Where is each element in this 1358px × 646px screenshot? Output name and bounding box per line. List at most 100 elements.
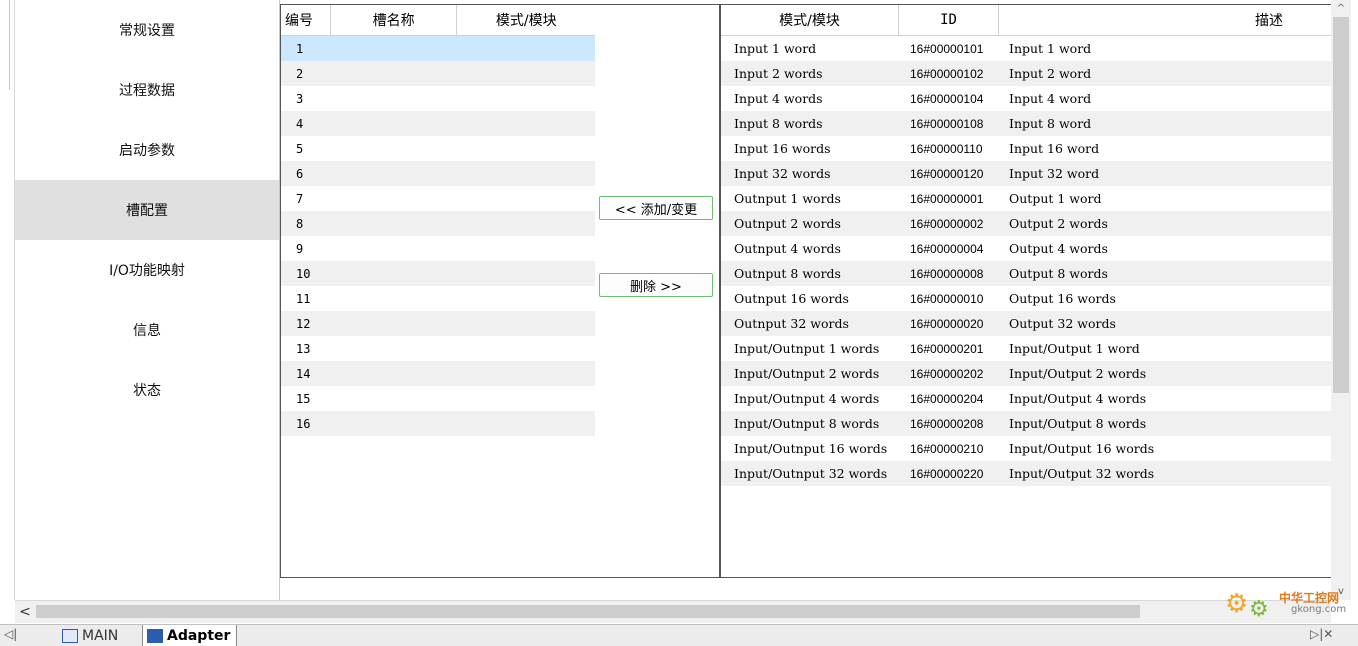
module-desc-cell: Input/Output 16 words: [1009, 441, 1155, 456]
slot-row[interactable]: 8: [281, 211, 595, 236]
slot-row[interactable]: 7: [281, 186, 595, 211]
tab-adapter-label: Adapter: [167, 627, 231, 644]
gear-icon: ⚙: [1225, 589, 1249, 619]
module-name-cell: Input/Outnput 16 words: [734, 441, 888, 456]
slot-row[interactable]: 5: [281, 136, 595, 161]
action-pane: << 添加/变更 删除 >>: [595, 4, 720, 578]
module-row[interactable]: Outnput 4 words 16#00000004 Output 4 words: [721, 236, 1331, 261]
module-row[interactable]: Input 2 words 16#00000102 Input 2 word: [721, 61, 1331, 86]
module-row[interactable]: Input 8 words 16#00000108 Input 8 word: [721, 111, 1331, 136]
module-desc-cell: Input 4 word: [1009, 91, 1092, 106]
document-icon: [62, 628, 78, 643]
header-description[interactable]: 描述: [999, 5, 1331, 35]
module-id-cell: 16#00000110: [910, 141, 983, 156]
tab-adapter[interactable]: Adapter: [142, 625, 238, 646]
module-row[interactable]: Input 16 words 16#00000110 Input 16 word: [721, 136, 1331, 161]
vertical-scroll-thumb[interactable]: [1333, 17, 1349, 393]
slot-row[interactable]: 16: [281, 411, 595, 436]
horizontal-scroll-thumb[interactable]: [36, 605, 1140, 618]
module-id-cell: 16#00000008: [910, 266, 984, 281]
module-name-cell: Outnput 32 words: [734, 316, 849, 331]
slot-row[interactable]: 12: [281, 311, 595, 336]
module-row[interactable]: Input 1 word 16#00000101 Input 1 word: [721, 36, 1331, 61]
header-module[interactable]: 模式/模块: [721, 5, 899, 35]
module-name-cell: Input 8 words: [734, 116, 823, 131]
sidebar-nav: 常规设置 过程数据 启动参数 槽配置 I/O功能映射 信息 状态: [15, 0, 280, 600]
module-desc-cell: Output 4 words: [1009, 241, 1108, 256]
device-icon: [147, 628, 163, 643]
module-name-cell: Input 2 words: [734, 66, 823, 81]
module-desc-cell: Input 1 word: [1009, 41, 1092, 56]
scroll-left-icon[interactable]: <: [15, 601, 35, 623]
slot-row[interactable]: 4: [281, 111, 595, 136]
module-id-cell: 16#00000208: [910, 416, 984, 431]
sidebar-item-7[interactable]: 状态: [15, 360, 279, 420]
module-desc-cell: Output 16 words: [1009, 291, 1116, 306]
delete-button[interactable]: 删除 >>: [599, 273, 713, 297]
slot-row[interactable]: 9: [281, 236, 595, 261]
tab-scroll-right-icon[interactable]: ▷|✕: [1310, 627, 1333, 641]
gear-icon-small: ⚙: [1249, 597, 1269, 622]
module-name-cell: Input 1 word: [734, 41, 817, 56]
module-row[interactable]: Input/Outnput 2 words 16#00000202 Input/Ou…: [721, 361, 1331, 386]
module-id-cell: 16#00000201: [910, 341, 984, 356]
tab-main[interactable]: MAIN: [62, 625, 118, 646]
slot-row[interactable]: 2: [281, 61, 595, 86]
module-name-cell: Outnput 2 words: [734, 216, 841, 231]
module-table: 模式/模块 ID 描述 Input 1 word 16#00000101 Input…: [720, 4, 1332, 578]
module-row[interactable]: Input 32 words 16#00000120 Input 32 word: [721, 161, 1331, 186]
module-id-cell: 16#00000102: [910, 66, 984, 81]
slot-table: 编号 槽名称 模式/模块 1 2 3 4 5 6 7 8 9 10 11 12 13 14 15 16: [280, 4, 596, 578]
module-id-cell: 16#00000108: [910, 116, 984, 131]
module-name-cell: Input/Outnput 32 words: [734, 466, 888, 481]
module-name-cell: Outnput 16 words: [734, 291, 849, 306]
module-desc-cell: Output 8 words: [1009, 266, 1108, 281]
tab-scroll-left-icon[interactable]: ◁|: [4, 627, 17, 641]
header-slot-number[interactable]: 编号: [281, 5, 331, 35]
sidebar-item-6[interactable]: 信息: [15, 300, 279, 360]
module-row[interactable]: Outnput 1 words 16#00000001 Output 1 word: [721, 186, 1331, 211]
slot-row[interactable]: 14: [281, 361, 595, 386]
module-name-cell: Input 4 words: [734, 91, 823, 106]
module-name-cell: Input/Outnput 8 words: [734, 416, 880, 431]
module-desc-cell: Output 32 words: [1009, 316, 1116, 331]
slot-row[interactable]: 10: [281, 261, 595, 286]
module-row[interactable]: Outnput 8 words 16#00000008 Output 8 words: [721, 261, 1331, 286]
module-row[interactable]: Outnput 16 words 16#00000010 Output 16 wor…: [721, 286, 1331, 311]
module-row[interactable]: Outnput 2 words 16#00000002 Output 2 words: [721, 211, 1331, 236]
module-row[interactable]: Input/Outnput 32 words 16#00000220 Input/O…: [721, 461, 1331, 486]
vertical-scrollbar[interactable]: ^ v: [1331, 0, 1351, 600]
sidebar-item-2[interactable]: 过程数据: [15, 60, 279, 120]
module-id-cell: 16#00000202: [910, 366, 984, 381]
module-id-cell: 16#00000020: [910, 316, 984, 331]
module-row[interactable]: Input 4 words 16#00000104 Input 4 word: [721, 86, 1331, 111]
module-id-cell: 16#00000101: [910, 41, 984, 56]
header-slot-module[interactable]: 模式/模块: [457, 5, 595, 35]
add-change-button[interactable]: << 添加/变更: [599, 196, 713, 220]
module-name-cell: Outnput 4 words: [734, 241, 841, 256]
sidebar-item-3[interactable]: 启动参数: [15, 120, 279, 180]
header-id[interactable]: ID: [899, 5, 999, 35]
slot-row[interactable]: 1: [281, 36, 595, 61]
slot-row[interactable]: 3: [281, 86, 595, 111]
module-desc-cell: Input/Output 8 words: [1009, 416, 1147, 431]
horizontal-scrollbar[interactable]: <: [15, 600, 1331, 623]
module-name-cell: Input 16 words: [734, 141, 831, 156]
module-row[interactable]: Input/Outnput 1 words 16#00000201 Input/Ou…: [721, 336, 1331, 361]
sidebar-item-1[interactable]: 常规设置: [15, 0, 279, 60]
sidebar-item-5[interactable]: I/O功能映射: [15, 240, 279, 300]
module-row[interactable]: Outnput 32 words 16#00000020 Output 32 wor…: [721, 311, 1331, 336]
module-row[interactable]: Input/Outnput 16 words 16#00000210 Input/O…: [721, 436, 1331, 461]
scroll-up-icon[interactable]: ^: [1331, 0, 1351, 17]
header-slot-name[interactable]: 槽名称: [331, 5, 458, 35]
module-name-cell: Input 32 words: [734, 166, 831, 181]
module-desc-cell: Input/Output 2 words: [1009, 366, 1147, 381]
slot-row[interactable]: 13: [281, 336, 595, 361]
slot-row[interactable]: 15: [281, 386, 595, 411]
sidebar-item-4[interactable]: 槽配置: [15, 180, 279, 240]
module-name-cell: Outnput 8 words: [734, 266, 841, 281]
slot-row[interactable]: 6: [281, 161, 595, 186]
slot-row[interactable]: 11: [281, 286, 595, 311]
module-row[interactable]: Input/Outnput 8 words 16#00000208 Input/Ou…: [721, 411, 1331, 436]
module-row[interactable]: Input/Outnput 4 words 16#00000204 Input/Ou…: [721, 386, 1331, 411]
